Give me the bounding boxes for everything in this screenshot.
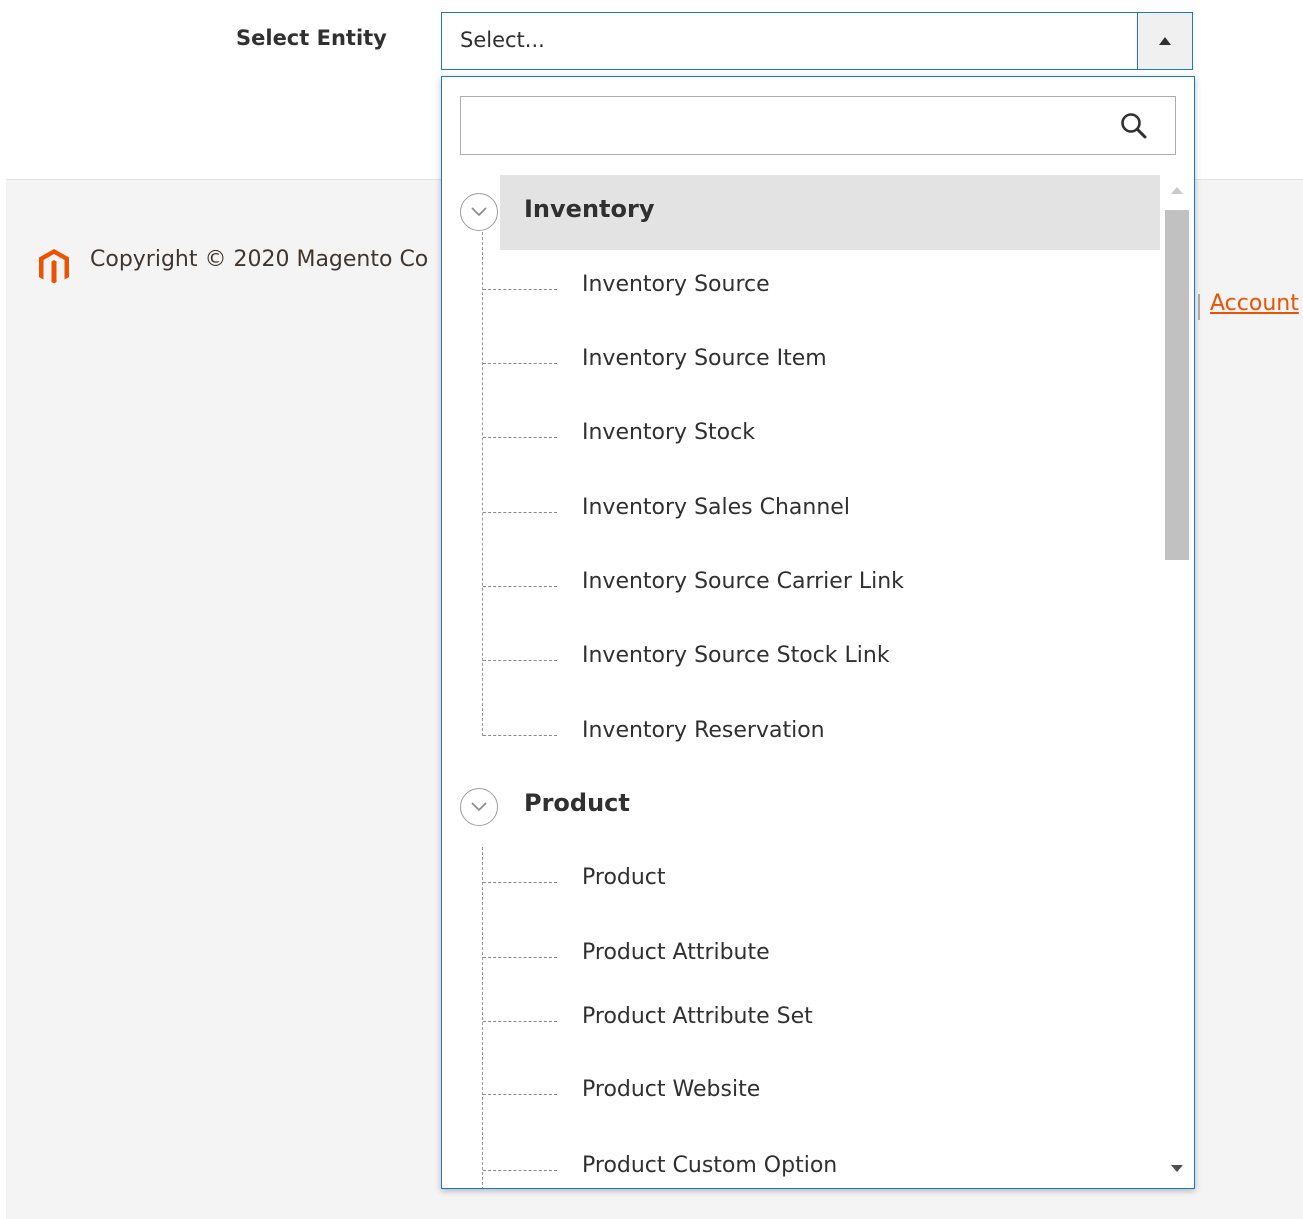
entity-tree: Inventory Inventory Source Inventory Sou… [442, 175, 1160, 1188]
entity-select[interactable]: Select... [441, 12, 1193, 70]
search-icon[interactable] [1119, 111, 1149, 141]
tree-item[interactable]: Inventory Source Carrier Link [582, 569, 904, 594]
scroll-up-arrow-icon[interactable] [1171, 187, 1183, 194]
select-toggle-button[interactable] [1137, 13, 1192, 69]
tree-branch [483, 1094, 557, 1095]
tree-item[interactable]: Product Custom Option [582, 1153, 837, 1178]
group-label-product: Product [524, 789, 630, 817]
dropdown-scrollbar[interactable] [1160, 175, 1194, 1188]
tree-item[interactable]: Product Attribute Set [582, 1004, 813, 1029]
select-value: Select... [460, 28, 545, 52]
tree-branch [483, 437, 557, 438]
entity-dropdown: Inventory Inventory Source Inventory Sou… [441, 76, 1195, 1189]
tree-item[interactable]: Inventory Source Stock Link [582, 643, 890, 668]
tree-item[interactable]: Product [582, 865, 666, 890]
tree-item[interactable]: Inventory Reservation [582, 718, 825, 743]
chevron-down-circle-icon[interactable] [460, 193, 498, 231]
chevron-down-circle-icon[interactable] [460, 788, 498, 826]
tree-branch [483, 735, 557, 736]
tree-branch [483, 1170, 557, 1171]
group-label-inventory: Inventory [524, 195, 655, 223]
tree-branch [483, 586, 557, 587]
tree-branch [483, 882, 557, 883]
footer-separator [1198, 294, 1200, 320]
tree-branch [483, 1021, 557, 1022]
copyright-text: Copyright © 2020 Magento Co [90, 247, 429, 272]
tree-item[interactable]: Product Website [582, 1077, 760, 1102]
tree-branch [483, 363, 557, 364]
tree-branch [483, 289, 557, 290]
tree-item[interactable]: Product Attribute [582, 940, 770, 965]
tree-branch [483, 957, 557, 958]
tree-branch [483, 512, 557, 513]
tree-item[interactable]: Inventory Source Item [582, 346, 827, 371]
select-entity-label: Select Entity [236, 26, 387, 50]
dropdown-search-input[interactable] [460, 96, 1176, 155]
scroll-thumb[interactable] [1165, 210, 1189, 560]
tree-item[interactable]: Inventory Source [582, 272, 770, 297]
tree-connector [482, 847, 483, 1188]
magento-logo-icon [39, 249, 69, 284]
tree-item[interactable]: Inventory Stock [582, 420, 755, 445]
tree-item[interactable]: Inventory Sales Channel [582, 495, 850, 520]
scroll-down-arrow-icon[interactable] [1171, 1165, 1183, 1172]
tree-branch [483, 660, 557, 661]
account-link[interactable]: Account [1210, 291, 1299, 316]
caret-up-icon [1159, 37, 1171, 45]
